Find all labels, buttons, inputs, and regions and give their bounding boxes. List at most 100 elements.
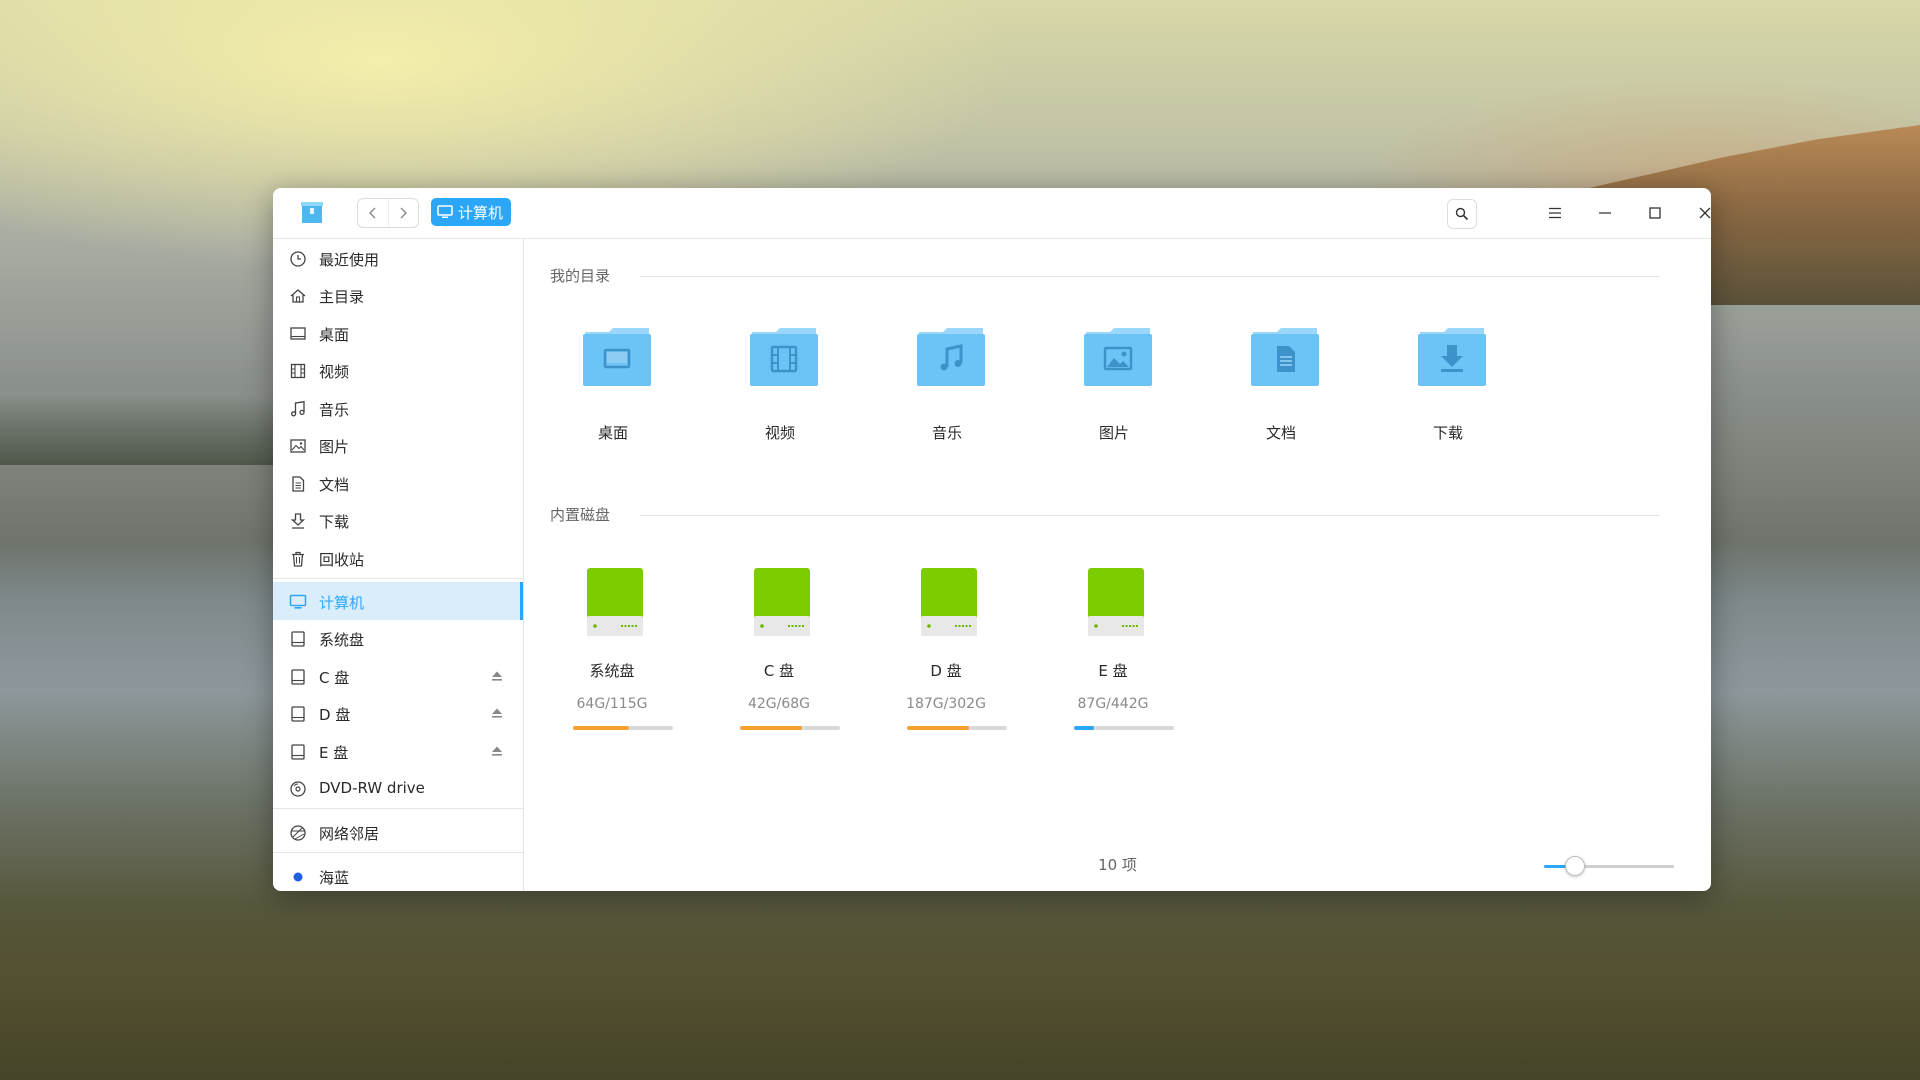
folder-label: 下载 xyxy=(1432,424,1463,442)
eject-icon[interactable] xyxy=(491,707,503,719)
app-logo-icon[interactable] xyxy=(297,197,327,227)
sidebar-item-computer[interactable]: 计算机 xyxy=(273,582,523,620)
download-icon xyxy=(290,513,306,529)
sidebar-item-system-disk[interactable]: 系统盘 xyxy=(273,619,523,657)
folder-label: 视频 xyxy=(764,424,795,442)
folder-label: 图片 xyxy=(1098,424,1129,442)
sidebar-item-downloads[interactable]: 下载 xyxy=(273,501,523,539)
disk-system[interactable]: 系统盘 64G/115G xyxy=(552,566,673,756)
folder-music[interactable]: 音乐 xyxy=(887,326,1007,446)
folder-downloads[interactable]: 下载 xyxy=(1388,326,1508,446)
sidebar-item-label: 海蓝 xyxy=(319,869,350,887)
menu-button[interactable] xyxy=(1530,188,1580,238)
disk-usage-bar xyxy=(573,726,673,730)
tag-dot-icon xyxy=(293,872,303,882)
sidebar-item-recent[interactable]: 最近使用 xyxy=(273,239,523,277)
sidebar-item-label: 网络邻居 xyxy=(319,825,380,843)
sidebar-item-label: 下载 xyxy=(319,513,350,531)
hard-disk-icon xyxy=(587,568,643,636)
sidebar-item-documents[interactable]: 文档 xyxy=(273,464,523,502)
sidebar-item-label: DVD-RW drive xyxy=(319,779,425,797)
sidebar-item-label: 最近使用 xyxy=(319,251,380,269)
disk-usage: 87G/442G xyxy=(1077,696,1149,712)
file-manager-window: 计算机 最近使用 主目录 桌面 视频 音乐 图片 文档 下载 回收站 计算机 系… xyxy=(273,188,1711,891)
desktop-folder-icon xyxy=(583,328,651,386)
folder-label: 文档 xyxy=(1265,424,1296,442)
disk-icon xyxy=(291,706,305,722)
disk-icon xyxy=(291,669,305,685)
back-button[interactable] xyxy=(358,199,388,227)
folder-desktop[interactable]: 桌面 xyxy=(553,326,673,446)
eject-icon[interactable] xyxy=(491,670,503,682)
sidebar-item-desktop[interactable]: 桌面 xyxy=(273,314,523,352)
disk-label: D 盘 xyxy=(930,662,962,680)
hard-disk-icon xyxy=(921,568,977,636)
sidebar-item-label: 系统盘 xyxy=(319,631,365,649)
document-folder-icon xyxy=(1251,328,1319,386)
minimize-button[interactable] xyxy=(1580,188,1630,238)
sidebar-item-label: 视频 xyxy=(319,363,350,381)
document-icon xyxy=(292,476,305,492)
disk-usage: 42G/68G xyxy=(747,696,811,712)
sidebar-item-label: 计算机 xyxy=(319,594,365,612)
sidebar-item-tag-sea-blue[interactable]: 海蓝 xyxy=(273,857,523,891)
breadcrumb-computer[interactable]: 计算机 xyxy=(431,198,512,226)
disk-e[interactable]: E 盘 87G/442G xyxy=(1053,566,1174,756)
forward-button[interactable] xyxy=(387,199,419,227)
sidebar-item-network[interactable]: 网络邻居 xyxy=(273,813,523,851)
disk-usage-fill xyxy=(740,726,802,730)
sidebar-item-d-disk[interactable]: D 盘 xyxy=(273,694,523,732)
disk-label: 系统盘 xyxy=(589,662,635,680)
sidebar-item-trash[interactable]: 回收站 xyxy=(273,539,523,577)
sidebar-item-music[interactable]: 音乐 xyxy=(273,389,523,427)
maximize-button[interactable] xyxy=(1630,188,1680,238)
sidebar-item-home[interactable]: 主目录 xyxy=(273,276,523,314)
home-icon xyxy=(290,289,306,303)
breadcrumb-label: 计算机 xyxy=(458,203,504,222)
disk-icon xyxy=(291,744,305,760)
disk-usage: 64G/115G xyxy=(576,696,648,712)
disk-usage-bar xyxy=(1074,726,1174,730)
close-icon xyxy=(1699,207,1711,219)
eject-icon[interactable] xyxy=(491,745,503,757)
zoom-slider-handle[interactable] xyxy=(1564,856,1585,876)
disk-icon xyxy=(291,631,305,647)
disk-c[interactable]: C 盘 42G/68G xyxy=(719,566,840,756)
sidebar-divider xyxy=(273,808,523,809)
sidebar-item-e-disk[interactable]: E 盘 xyxy=(273,732,523,770)
computer-icon xyxy=(289,594,307,609)
zoom-slider[interactable] xyxy=(1544,865,1674,868)
sidebar-item-video[interactable]: 视频 xyxy=(273,351,523,389)
maximize-icon xyxy=(1649,207,1661,219)
folder-video[interactable]: 视频 xyxy=(720,326,840,446)
video-icon xyxy=(290,363,306,379)
disk-d[interactable]: D 盘 187G/302G xyxy=(886,566,1007,756)
trash-icon xyxy=(292,551,304,567)
minimize-icon xyxy=(1599,212,1611,214)
menu-icon xyxy=(1549,207,1561,219)
item-count: 10 项 xyxy=(1098,856,1137,874)
network-icon xyxy=(290,825,306,841)
nav-buttons xyxy=(357,198,419,228)
chevron-left-icon xyxy=(368,207,376,219)
clock-icon xyxy=(290,251,306,267)
computer-icon xyxy=(437,205,453,218)
video-folder-icon xyxy=(750,328,818,386)
sidebar-item-c-disk[interactable]: C 盘 xyxy=(273,657,523,695)
close-button[interactable] xyxy=(1680,188,1711,238)
image-icon xyxy=(290,439,306,453)
folder-pictures[interactable]: 图片 xyxy=(1054,326,1174,446)
sidebar-item-pictures[interactable]: 图片 xyxy=(273,426,523,464)
sidebar-item-dvd-drive[interactable]: DVD-RW drive xyxy=(273,769,523,807)
sidebar-divider xyxy=(273,852,523,853)
chevron-right-icon xyxy=(400,207,408,219)
download-folder-icon xyxy=(1418,328,1486,386)
disk-label: E 盘 xyxy=(1098,662,1128,680)
wallpaper-trees xyxy=(0,395,280,465)
disk-usage: 187G/302G xyxy=(906,696,986,712)
folder-documents[interactable]: 文档 xyxy=(1221,326,1341,446)
hard-disk-icon xyxy=(1088,568,1144,636)
search-button[interactable] xyxy=(1447,199,1477,229)
section-title-builtin-disks: 内置磁盘 xyxy=(550,506,611,524)
hard-disk-icon xyxy=(754,568,810,636)
